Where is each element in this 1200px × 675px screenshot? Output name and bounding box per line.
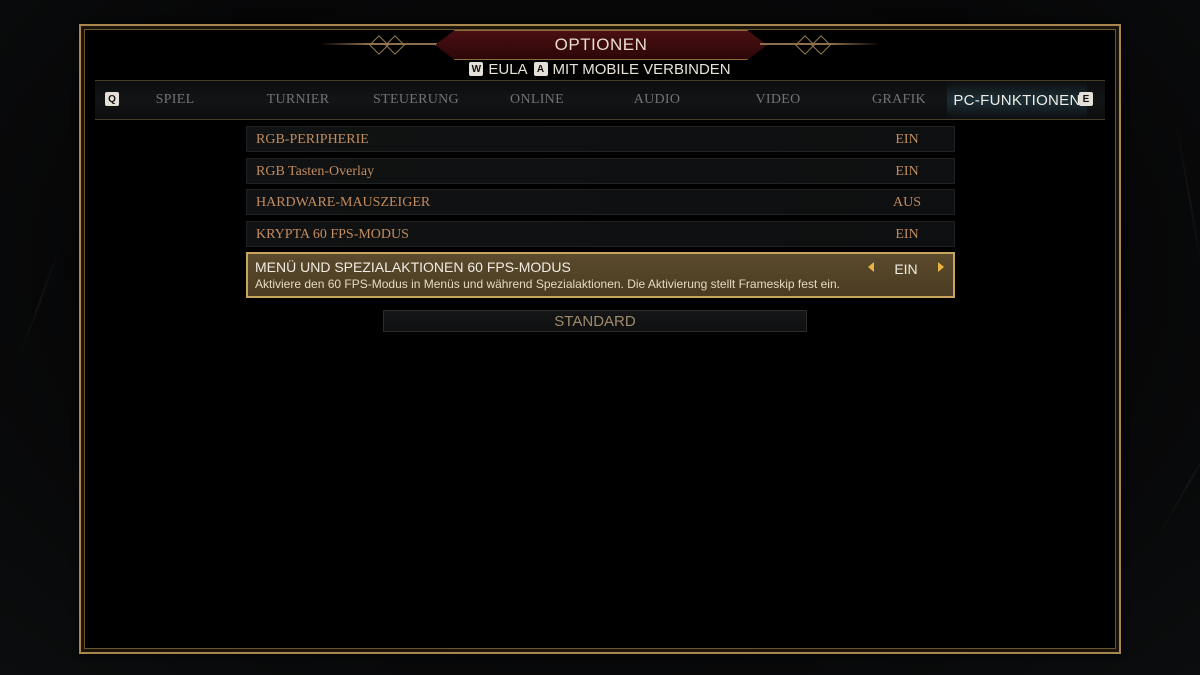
background-streak: [1175, 122, 1200, 280]
page-title-text: OPTIONEN: [554, 35, 648, 54]
tab-turnier[interactable]: TURNIER: [253, 81, 343, 119]
settings-list: RGB-PERIPHERIE EIN RGB Tasten-Overlay EI…: [246, 126, 955, 304]
connect-mobile-link[interactable]: A MIT MOBILE VERBINDEN: [533, 60, 731, 78]
setting-value: EIN: [895, 132, 919, 147]
setting-value: EIN: [895, 163, 919, 179]
setting-label: KRYPTA 60 FPS-MODUS: [256, 226, 409, 242]
header-links: W EULA A MIT MOBILE VERBINDEN: [0, 60, 1200, 78]
setting-rgb-tasten-overlay[interactable]: RGB Tasten-Overlay EIN: [246, 157, 955, 184]
tab-audio[interactable]: AUDIO: [612, 81, 702, 119]
setting-value: AUS: [892, 195, 921, 210]
chevron-right-icon[interactable]: [938, 262, 944, 272]
setting-rgb-peripherie[interactable]: RGB-PERIPHERIE EIN: [246, 126, 955, 152]
setting-description: Aktiviere den 60 FPS-Modus in Menüs und …: [255, 277, 840, 291]
setting-value: EIN: [895, 226, 919, 242]
ornament-diamond-icon: [811, 35, 831, 55]
background-streak: [18, 244, 62, 358]
tab-bar: Q SPIEL TURNIER STEUERUNG ONLINE AUDIO V…: [95, 80, 1105, 120]
tab-pc-funktionen[interactable]: PC-FUNKTIONEN: [947, 81, 1087, 119]
tab-spiel[interactable]: SPIEL: [135, 81, 215, 119]
eula-link[interactable]: W EULA: [469, 60, 528, 78]
setting-label: HARDWARE-MAUSZEIGER: [256, 195, 431, 210]
tab-steuerung[interactable]: STEUERUNG: [361, 81, 471, 119]
setting-label: RGB Tasten-Overlay: [256, 163, 375, 179]
setting-label: RGB-PERIPHERIE: [256, 132, 369, 147]
connect-mobile-label: MIT MOBILE VERBINDEN: [552, 60, 731, 78]
options-screen: OPTIONEN W EULA A MIT MOBILE VERBINDEN Q…: [0, 0, 1200, 675]
background-streak: [1154, 419, 1200, 543]
setting-hardware-mauszeiger[interactable]: HARDWARE-MAUSZEIGER AUS: [246, 189, 955, 215]
page-title: OPTIONEN: [435, 30, 767, 60]
key-e-icon[interactable]: E: [1079, 92, 1093, 106]
title-bar: OPTIONEN: [320, 30, 880, 60]
setting-menu-special-60fps[interactable]: MENÜ UND SPEZIALAKTIONEN 60 FPS-MODUS Ak…: [246, 252, 955, 298]
key-a-icon: A: [533, 62, 548, 76]
standard-button[interactable]: STANDARD: [383, 310, 807, 332]
ornament-diamond-icon: [385, 35, 405, 55]
key-w-icon: W: [469, 62, 484, 76]
setting-label: MENÜ UND SPEZIALAKTIONEN 60 FPS-MODUS: [255, 259, 571, 275]
eula-label: EULA: [488, 60, 528, 78]
setting-value: EIN: [894, 261, 918, 277]
setting-krypta-60fps[interactable]: KRYPTA 60 FPS-MODUS EIN: [246, 220, 955, 247]
tab-online[interactable]: ONLINE: [492, 81, 582, 119]
tab-video[interactable]: VIDEO: [733, 81, 823, 119]
key-q-icon[interactable]: Q: [105, 92, 119, 106]
title-ornament-right: [760, 43, 880, 45]
tab-grafik[interactable]: GRAFIK: [853, 81, 945, 119]
